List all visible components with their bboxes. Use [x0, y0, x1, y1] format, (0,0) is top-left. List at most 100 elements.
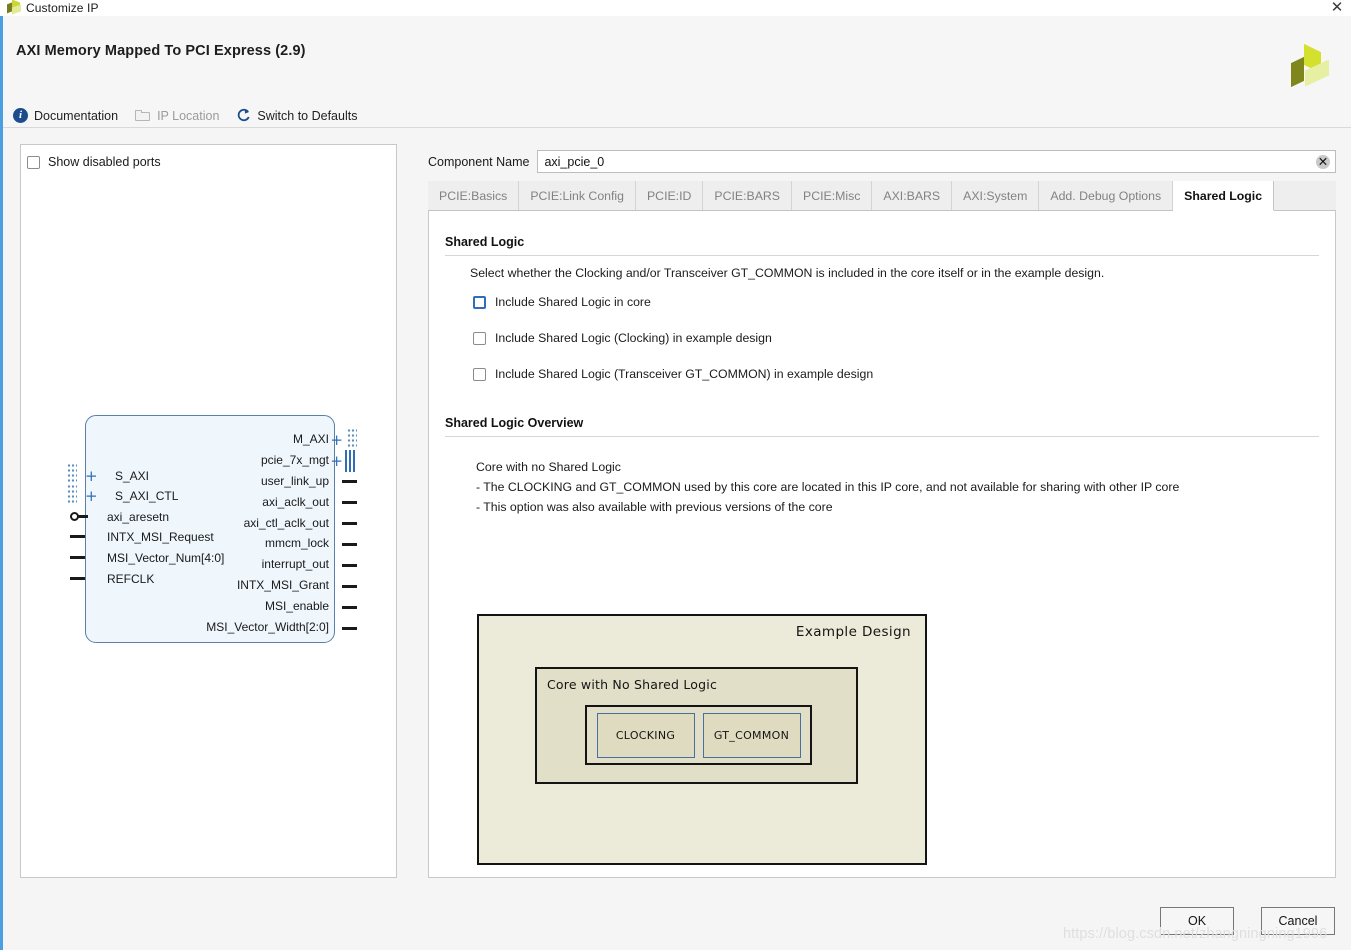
checkbox-box [27, 156, 40, 169]
component-name-row: Component Name axi_pcie_0 ✕ [428, 150, 1336, 173]
shared-logic-pane: Shared Logic Select whether the Clocking… [428, 211, 1336, 878]
example-design-diagram: Example Design Core with No Shared Logic… [477, 614, 927, 865]
tab-shared-logic[interactable]: Shared Logic [1173, 181, 1274, 211]
port-label-right-5: mmcm_lock [265, 536, 329, 550]
ok-button[interactable]: OK [1160, 907, 1234, 935]
show-disabled-ports-label: Show disabled ports [48, 155, 161, 169]
component-name-label: Component Name [428, 155, 529, 169]
port-label-left-3: INTX_MSI_Request [107, 530, 214, 544]
tab-pcie-link-config[interactable]: PCIE:Link Config [519, 181, 636, 210]
switch-to-defaults-link[interactable]: Switch to Defaults [236, 108, 357, 123]
pin-msi-enable [342, 606, 357, 609]
port-label-left-4: MSI_Vector_Num[4:0] [107, 551, 224, 565]
tab-pcie-misc[interactable]: PCIE:Misc [792, 181, 872, 210]
header-toolbar: i Documentation IP Location Switch to De… [13, 108, 357, 123]
port-label-right-1: pcie_7x_mgt [261, 453, 329, 467]
ip-location-label: IP Location [157, 109, 219, 123]
pin-user-link-up [342, 480, 357, 483]
tab-pcie-bars[interactable]: PCIE:BARS [703, 181, 792, 210]
dialog-header: AXI Memory Mapped To PCI Express (2.9) i… [3, 16, 1351, 128]
port-label-right-7: INTX_MSI_Grant [237, 578, 329, 592]
pin-mmcm-lock [342, 543, 357, 546]
tab-bar: PCIE:Basics PCIE:Link Config PCIE:ID PCI… [428, 181, 1336, 211]
pin-msi-vector-num [70, 556, 85, 559]
gt-common-block: GT_COMMON [703, 713, 801, 758]
shared-logic-divider [445, 255, 1319, 256]
port-label-right-0: M_AXI [293, 432, 329, 446]
checkbox-include-shared-logic-clocking[interactable]: Include Shared Logic (Clocking) in examp… [473, 331, 772, 345]
pin-interrupt-out [342, 564, 357, 567]
bundle-connector-pcie-7x-mgt [345, 450, 357, 472]
port-label-left-2: axi_aresetn [107, 510, 169, 524]
folder-icon [135, 110, 151, 122]
window-title: Customize IP [26, 1, 99, 15]
xilinx-logo [1289, 46, 1331, 91]
checkbox-include-shared-logic-in-core[interactable]: Include Shared Logic in core [473, 295, 651, 309]
ip-symbol-panel: Show disabled ports + S_AXI + S_AXI_CTL … [20, 144, 397, 878]
tab-bar-filler [1274, 181, 1336, 210]
xilinx-logo-icon [6, 1, 22, 15]
example-design-label: Example Design [796, 624, 911, 640]
port-label-right-8: MSI_enable [265, 599, 329, 613]
tab-add-debug-options[interactable]: Add. Debug Options [1039, 181, 1173, 210]
show-disabled-ports-checkbox[interactable]: Show disabled ports [27, 155, 161, 169]
checkbox-box [473, 332, 486, 345]
pin-bubble-axi-aresetn [70, 512, 88, 521]
expand-plus-icon-pcie-7x-mgt[interactable]: + [330, 455, 343, 467]
overview-line-2: - This option was also available with pr… [476, 500, 833, 514]
refresh-icon [236, 108, 251, 123]
port-label-left-1: S_AXI_CTL [115, 489, 178, 503]
config-panel: Component Name axi_pcie_0 ✕ PCIE:Basics … [428, 144, 1336, 878]
shared-logic-inner-box: CLOCKING GT_COMMON [585, 705, 812, 765]
overview-section-title: Shared Logic Overview [445, 416, 583, 430]
pin-intx-msi-grant [342, 585, 357, 588]
clocking-block: CLOCKING [597, 713, 695, 758]
tab-pcie-id[interactable]: PCIE:ID [636, 181, 703, 210]
checkbox-label: Include Shared Logic (Transceiver GT_COM… [495, 367, 873, 381]
shared-logic-section-title: Shared Logic [445, 235, 524, 249]
cancel-button[interactable]: Cancel [1261, 907, 1335, 935]
window-accent-strip [0, 0, 3, 950]
info-icon: i [13, 108, 28, 123]
pin-intx-msi-request [70, 535, 85, 538]
switch-to-defaults-label: Switch to Defaults [257, 109, 357, 123]
component-name-input[interactable]: axi_pcie_0 ✕ [537, 150, 1336, 173]
shared-logic-description: Select whether the Clocking and/or Trans… [470, 266, 1104, 280]
checkbox-box [473, 296, 486, 309]
checkbox-include-shared-logic-gt-common[interactable]: Include Shared Logic (Transceiver GT_COM… [473, 367, 873, 381]
pin-axi-ctl-aclk-out [342, 522, 357, 525]
pin-axi-aclk-out [342, 501, 357, 504]
customize-ip-dialog: Customize IP ✕ AXI Memory Mapped To PCI … [0, 0, 1351, 950]
port-label-left-5: REFCLK [107, 572, 154, 586]
close-icon[interactable]: ✕ [1329, 0, 1345, 15]
expand-plus-icon-m-axi[interactable]: + [330, 434, 343, 446]
checkbox-label: Include Shared Logic in core [495, 295, 651, 309]
window-titlebar: Customize IP ✕ [0, 0, 1351, 16]
overview-divider [445, 436, 1319, 437]
tab-axi-system[interactable]: AXI:System [952, 181, 1039, 210]
ip-block-symbol: + S_AXI + S_AXI_CTL axi_aresetn INTX_MSI… [63, 410, 359, 645]
pin-refclk [70, 577, 85, 580]
bus-connector-m-axi [347, 428, 357, 448]
port-label-right-4: axi_ctl_aclk_out [244, 516, 329, 530]
clear-icon[interactable]: ✕ [1316, 155, 1330, 169]
port-label-right-6: interrupt_out [262, 557, 329, 571]
bus-connector-s-axi [67, 463, 77, 483]
tab-axi-bars[interactable]: AXI:BARS [872, 181, 952, 210]
pin-msi-vector-width [342, 627, 357, 630]
checkbox-label: Include Shared Logic (Clocking) in examp… [495, 331, 772, 345]
documentation-link[interactable]: i Documentation [13, 108, 118, 123]
port-label-left-0: S_AXI [115, 469, 149, 483]
core-no-shared-logic-box: Core with No Shared Logic CLOCKING GT_CO… [535, 667, 858, 784]
documentation-label: Documentation [34, 109, 118, 123]
port-label-right-9: MSI_Vector_Width[2:0] [206, 620, 329, 634]
overview-line-0: Core with no Shared Logic [476, 460, 621, 474]
bus-connector-s-axi-ctl [67, 484, 77, 504]
expand-plus-icon-s-axi-ctl[interactable]: + [85, 490, 98, 502]
port-label-right-3: axi_aclk_out [262, 495, 329, 509]
port-label-right-2: user_link_up [261, 474, 329, 488]
tab-pcie-basics[interactable]: PCIE:Basics [428, 181, 519, 210]
expand-plus-icon-s-axi[interactable]: + [85, 470, 98, 482]
overview-line-1: - The CLOCKING and GT_COMMON used by thi… [476, 480, 1179, 494]
ip-location-link[interactable]: IP Location [135, 109, 219, 123]
